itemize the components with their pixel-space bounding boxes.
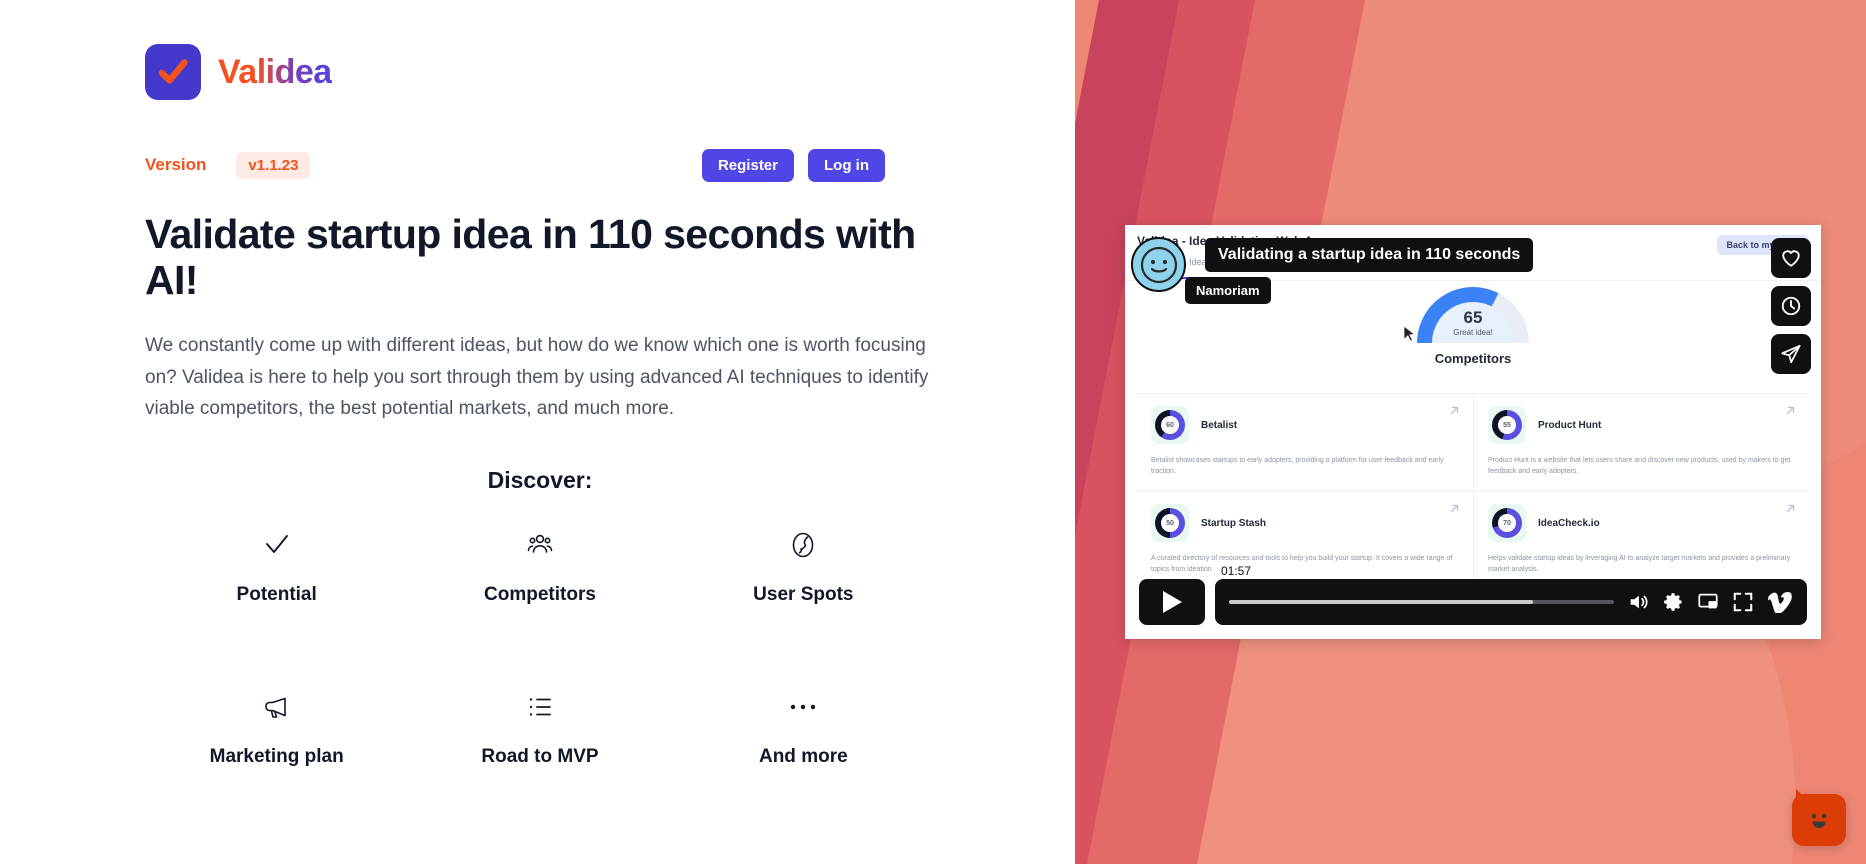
competitors-grid: 60 Betalist Betalist showcases startups … [1137,393,1809,589]
vimeo-logo-icon[interactable] [1767,591,1793,613]
brand-name: Validea [218,52,332,91]
watch-later-icon[interactable] [1771,286,1811,326]
ellipsis-icon [788,692,818,722]
video-control-bar [1215,579,1807,625]
gauge-score: 65 [1463,308,1483,327]
external-link-icon[interactable] [1784,404,1797,422]
mini-ring: 60 [1155,410,1185,440]
gauge-text: 65 Great idea! [1417,309,1529,337]
list-icon [526,692,554,722]
competitor-name: Product Hunt [1538,419,1602,431]
feature-user-spots: User Spots [672,530,935,606]
globe-icon [789,530,817,560]
competitor-description: A curated directory of resources and too… [1151,555,1453,573]
feature-grid: Potential Competitors User Spots Marketi… [145,530,935,768]
competitor-score-badge: 70 [1488,504,1526,542]
feature-label: User Spots [753,583,854,605]
video-author-overlay[interactable]: Namoriam [1185,277,1271,304]
page-title: Validate startup idea in 110 seconds wit… [145,211,916,303]
competitor-description: Product Hunt is a website that lets user… [1488,457,1791,475]
feature-competitors: Competitors [408,530,671,606]
feature-label: And more [758,745,848,767]
version-label: Version [145,155,207,174]
external-link-icon[interactable] [1448,502,1461,520]
feature-label: Potential [236,583,317,605]
competitors-heading: Competitors [1434,351,1512,366]
competitor-score: 55 [1498,416,1516,434]
play-icon[interactable] [1139,579,1205,625]
competitor-description: Helps validate startup ideas by leveragi… [1488,555,1791,573]
like-heart-icon[interactable] [1771,238,1811,278]
chat-smiley-icon[interactable] [1792,789,1846,846]
external-link-icon[interactable] [1448,404,1461,422]
feature-road-to-mvp: Road to MVP [408,692,671,768]
feature-label: Marketing plan [209,745,344,767]
version-badge: v1.1.23 [236,151,311,179]
competitor-description: Betalist showcases startups to early ado… [1151,457,1444,475]
mini-ring: 70 [1492,508,1522,538]
competitor-score: 60 [1161,416,1179,434]
competitor-score-badge: 60 [1151,406,1189,444]
competitor-score: 50 [1161,514,1179,532]
mouse-cursor [1403,325,1416,347]
competitor-name: Betalist [1201,419,1238,431]
competitor-card[interactable]: 55 Product Hunt Product Hunt is a websit… [1473,394,1809,491]
video-side-actions [1771,238,1811,374]
mini-ring: 55 [1492,410,1522,440]
competitor-score: 70 [1498,514,1516,532]
video-progress-fill [1229,600,1534,604]
users-group-icon [525,530,555,560]
competitor-head: 55 Product Hunt [1488,406,1795,444]
competitor-score-badge: 50 [1151,504,1189,542]
auth-buttons: Register Log in [701,148,885,182]
video-time-tooltip: 01:57 [1213,561,1260,586]
score-gauge: 65 Great idea! [1417,287,1529,343]
hero-paragraph: We constantly come up with different ide… [145,334,929,420]
competitor-card[interactable]: 70 IdeaCheck.io Helps validate startup i… [1473,492,1809,589]
competitor-head: 70 IdeaCheck.io [1488,504,1795,542]
fullscreen-icon[interactable] [1732,591,1754,613]
competitor-head: 50 Startup Stash [1151,504,1459,542]
competitor-name: Startup Stash [1201,517,1267,529]
left-content-pane: Validea Version v1.1.23 Register Log in … [0,0,1075,864]
brand-logo[interactable]: Validea [145,0,1075,100]
competitor-head: 60 Betalist [1151,406,1459,444]
video-controls [1139,579,1807,625]
share-icon[interactable] [1771,334,1811,374]
picture-in-picture-icon[interactable] [1697,591,1719,613]
competitor-card[interactable]: 50 Startup Stash A curated directory of … [1137,492,1473,589]
competitor-score-badge: 55 [1488,406,1526,444]
mini-ring: 50 [1155,508,1185,538]
megaphone-icon [263,692,291,722]
competitor-row: 60 Betalist Betalist showcases startups … [1137,393,1809,491]
video-title-overlay: Validating a startup idea in 110 seconds [1205,238,1534,272]
feature-label: Competitors [484,583,596,605]
gauge-verdict: Great idea! [1453,328,1493,337]
feature-and-more: And more [672,692,935,768]
check-icon [263,530,291,560]
competitor-name: IdeaCheck.io [1538,517,1600,529]
discover-heading: Discover: [487,466,593,493]
video-progress-bar[interactable] [1229,600,1614,604]
version-and-auth-row: Version v1.1.23 Register Log in [145,148,885,182]
landing-page: Validea Version v1.1.23 Register Log in … [0,0,1866,864]
register-button[interactable]: Register [701,148,794,182]
competitor-card[interactable]: 60 Betalist Betalist showcases startups … [1137,394,1473,491]
smiley-avatar-icon[interactable] [1131,237,1186,292]
settings-gear-icon[interactable] [1662,591,1684,613]
video-player[interactable]: Validea - Idea Validation Web App Result… [1125,225,1821,639]
volume-icon[interactable] [1627,591,1649,613]
login-button[interactable]: Log in [808,148,885,182]
external-link-icon[interactable] [1784,502,1797,520]
right-media-pane: Validea - Idea Validation Web App Result… [1075,0,1866,864]
feature-potential: Potential [145,530,408,606]
checkmark-icon [145,44,201,100]
feature-label: Road to MVP [481,745,599,767]
feature-marketing-plan: Marketing plan [145,692,408,768]
